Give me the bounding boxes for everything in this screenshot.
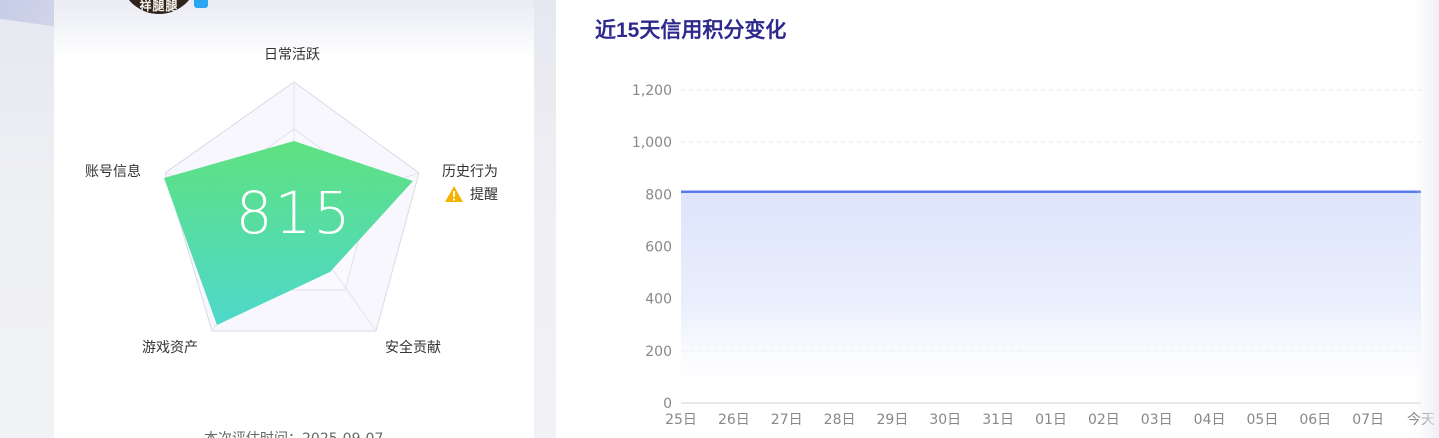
x-tick-label: 04日 bbox=[1194, 412, 1226, 428]
score-trend-chart: 0 200 400 600 800 1,000 1,200 25日 26日 27日 28日 29日 3… bbox=[632, 83, 1435, 428]
history-warning[interactable]: 提醒 bbox=[444, 184, 498, 204]
y-tick-label: 600 bbox=[645, 240, 672, 256]
x-tick-label: 03日 bbox=[1141, 412, 1173, 428]
x-tick-label: 01日 bbox=[1035, 412, 1067, 428]
radar-label-assets: 游戏资产 bbox=[142, 340, 198, 356]
series-area bbox=[681, 191, 1421, 403]
radar-label-daily: 日常活跃 bbox=[264, 47, 320, 63]
x-tick-label: 26日 bbox=[718, 412, 750, 428]
x-tick-label: 27日 bbox=[771, 412, 803, 428]
x-tick-label: 06日 bbox=[1299, 412, 1331, 428]
warning-text: 提醒 bbox=[470, 187, 498, 203]
evaluation-time: 本次评估时间：2025-09-07 bbox=[204, 428, 383, 438]
y-tick-label: 800 bbox=[645, 187, 672, 203]
x-tick-label: 25日 bbox=[665, 412, 697, 428]
radar-label-history: 历史行为 bbox=[442, 164, 498, 180]
warning-icon bbox=[445, 186, 463, 202]
x-tick-label: 31日 bbox=[982, 412, 1014, 428]
y-tick-label: 400 bbox=[645, 292, 672, 308]
x-tick-label: 29日 bbox=[877, 412, 909, 428]
x-tick-label: 05日 bbox=[1247, 412, 1279, 428]
x-tick-label: 02日 bbox=[1088, 412, 1120, 428]
radar-label-security: 安全贡献 bbox=[385, 340, 441, 356]
y-tick-label: 0 bbox=[663, 396, 672, 412]
x-tick-label: 28日 bbox=[824, 412, 856, 428]
radar-label-account: 账号信息 bbox=[85, 164, 141, 180]
x-tick-label: 30日 bbox=[929, 412, 961, 428]
score-trend-card: 近15天信用积分变化 0 200 400 600 800 1,000 1,200 25日 26… bbox=[556, 0, 1439, 438]
x-tick-label: 07日 bbox=[1352, 412, 1384, 428]
y-tick-label: 1,000 bbox=[632, 135, 672, 151]
y-tick-label: 200 bbox=[645, 344, 672, 360]
credit-score-value: 815 bbox=[235, 179, 353, 247]
credit-score-card: 祥腿腿 815 日常活跃 历史行为 提醒 安全贡献 游戏资产 账号信息 bbox=[54, 0, 534, 438]
y-tick-label: 1,200 bbox=[632, 83, 672, 99]
card-edge-fade bbox=[1415, 0, 1439, 438]
